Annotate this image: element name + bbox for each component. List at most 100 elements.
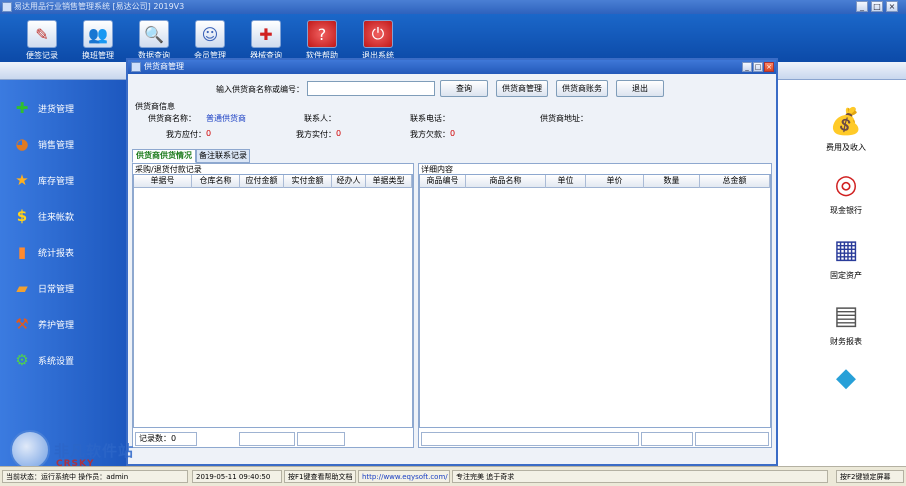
supplier-name-label: 供货商名称： [148,114,196,123]
dialog-title: 供货商管理 [144,62,184,71]
status-url[interactable]: http://www.eqysoft.com/ [358,470,450,483]
address-label: 供货商地址： [540,114,588,123]
payable-total-cell [239,432,295,446]
sidebar-item-inventory[interactable]: ★ 库存管理 [12,169,74,191]
toolbar-notes-button[interactable]: ✎ 便签记录 [14,20,70,61]
detail-header: 商品编号 商品名称 单位 单价 数量 总金额 [420,175,770,188]
quick-label: 现金银行 [830,206,862,215]
column-header[interactable]: 数量 [644,175,700,188]
people-icon: 👥 [83,20,113,48]
maximize-button[interactable]: □ [871,1,883,12]
sidebar-item-label: 日常管理 [38,284,75,295]
supplier-management-dialog: 供货商管理 _ □ × 输入供货商名称或编号： 查询 供货商管理 供货商账务 退… [126,58,778,466]
coins-icon: ◎ [834,170,858,200]
column-header[interactable]: 商品编号 [420,175,466,188]
quantity-total-cell [641,432,693,446]
column-header[interactable]: 实付金额 [284,175,332,188]
status-datetime: 2019-05-11 09:40:50 [192,470,282,483]
sidebar-item-accounts[interactable]: $ 往来帐款 [12,205,74,227]
quick-misc[interactable]: ◆ [806,360,886,398]
tab-remarks-records[interactable]: 备注联系记录 [196,149,250,163]
toolbar-label: 便签记录 [26,51,58,60]
report-book-icon: ▤ [833,301,859,331]
supplier-manage-button[interactable]: 供货商管理 [496,80,548,97]
close-button[interactable]: × [886,1,898,12]
detail-grid[interactable]: 商品编号 商品名称 单位 单价 数量 总金额 [419,174,771,428]
toolbar-equipment-button[interactable]: ✚ 器械查询 [238,20,294,61]
payment-records-panel: 采购/退货付款记录 单据号 仓库名称 应付金额 实付金额 经办人 单据类型 记录… [132,163,414,448]
column-header[interactable]: 单价 [586,175,644,188]
pie-icon: ◕ [15,135,29,153]
sidebar-item-maintenance[interactable]: ⚒ 养护管理 [12,313,74,335]
sidebar-item-label: 往来帐款 [38,212,75,223]
minimize-button[interactable]: _ [856,1,868,12]
paid-total-cell [297,432,345,446]
supplier-account-button[interactable]: 供货商账务 [556,80,608,97]
notepad-icon: ✎ [27,20,57,48]
dialog-close-button[interactable]: × [764,62,774,72]
sidebar-item-label: 养护管理 [38,320,75,331]
column-header[interactable]: 经办人 [332,175,366,188]
search-label: 输入供货商名称或编号： [216,85,304,94]
tools-icon: ⚒ [15,315,29,333]
column-header[interactable]: 单据号 [134,175,192,188]
amount-total-cell [695,432,769,446]
quick-fixed-assets[interactable]: ▦ 固定资产 [806,232,886,281]
watermark-logo [10,430,50,470]
owed-label: 我方欠款： [410,130,450,139]
gear-icon: ⚙ [15,351,29,369]
column-header[interactable]: 单位 [546,175,586,188]
sidebar-item-settings[interactable]: ⚙ 系统设置 [12,349,74,371]
sidebar-item-purchase[interactable]: ✚ 进货管理 [12,97,74,119]
quick-cash-bank[interactable]: ◎ 现金银行 [806,167,886,216]
right-panel-header [778,62,906,80]
contact-label: 联系人： [304,114,336,123]
dialog-minimize-button[interactable]: _ [742,62,752,72]
column-header[interactable]: 单据类型 [366,175,412,188]
toolbar-members-button[interactable]: ☺ 会员管理 [182,20,238,61]
quick-financial-reports[interactable]: ▤ 财务报表 [806,298,886,347]
detail-footer-cell [421,432,639,446]
supplier-search-input[interactable] [307,81,435,96]
status-user: 当前状态：运行系统中 操作员：admin [2,470,188,483]
magnifier-icon: 🔍 [139,20,169,48]
supplier-info-header: 供货商信息 [135,102,175,111]
app-icon [2,2,12,12]
exit-button[interactable]: 退出 [616,80,664,97]
quick-expense-income[interactable]: 💰 费用及收入 [806,104,886,153]
dialog-title-bar: 供货商管理 _ □ × [128,60,776,74]
watermark-title: 非凡软件站 [54,442,135,460]
dollar-icon: $ [16,207,28,225]
power-icon: ⏻ [363,20,393,48]
status-bar: 当前状态：运行系统中 操作员：admin 2019-05-11 09:40:50… [0,466,906,486]
supplier-name-value: 普通供货商 [206,114,246,123]
dialog-icon [131,62,141,72]
column-header[interactable]: 商品名称 [466,175,546,188]
payable-value: 0 [206,129,212,138]
quick-label: 费用及收入 [826,143,866,152]
left-sidebar: ✚ 进货管理 ◕ 销售管理 ★ 库存管理 $ 往来帐款 ▮ 统计报表 ▰ 日常管… [0,62,126,466]
tab-supply-status[interactable]: 供货商供货情况 [132,149,196,163]
toolbar-shift-button[interactable]: 👥 换班管理 [70,20,126,61]
detail-panel: 详细内容 商品编号 商品名称 单位 单价 数量 总金额 [418,163,772,448]
building-icon: ▦ [833,235,859,265]
sidebar-item-sales[interactable]: ◕ 销售管理 [12,133,74,155]
toolbar-query-button[interactable]: 🔍 数据查询 [126,20,182,61]
toolbar-help-button[interactable]: ? 软件帮助 [294,20,350,61]
help-icon: ? [307,20,337,48]
toolbar-exit-button[interactable]: ⏻ 退出系统 [350,20,406,61]
sidebar-header [0,62,126,80]
payment-records-grid[interactable]: 单据号 仓库名称 应付金额 实付金额 经办人 单据类型 [133,174,413,428]
app-title-bar: 易达用品行业销售管理系统 [易达公司] 2019V3 _ □ × [0,0,906,14]
sidebar-item-reports[interactable]: ▮ 统计报表 [12,241,74,263]
status-help: 按F1键查看帮助文档 [284,470,356,483]
dialog-maximize-button[interactable]: □ [753,62,763,72]
column-header[interactable]: 仓库名称 [192,175,240,188]
status-lock: 按F2键锁定屏幕 [836,470,904,483]
query-button[interactable]: 查询 [440,80,488,97]
phone-label: 联系电话： [410,114,450,123]
sidebar-item-daily[interactable]: ▰ 日常管理 [12,277,74,299]
column-header[interactable]: 总金额 [700,175,770,188]
column-header[interactable]: 应付金额 [240,175,284,188]
payable-label: 我方应付： [166,130,206,139]
